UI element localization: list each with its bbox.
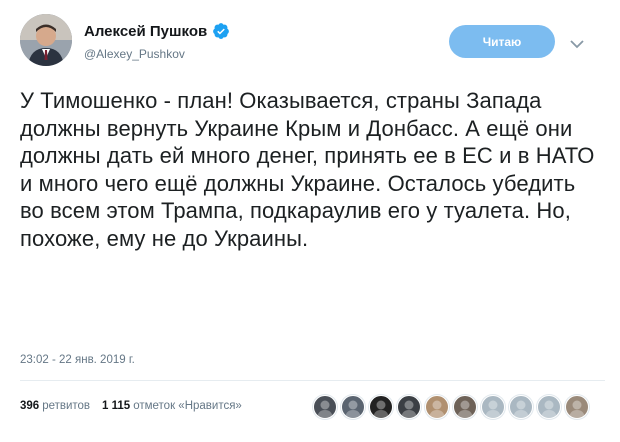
retweets-count[interactable]: 396 [20,400,39,412]
liker-avatar[interactable] [313,395,337,419]
divider [20,380,605,381]
author-name-row: Алексей Пушков [84,22,230,40]
tweet-text: У Тимошенко - план! Оказывается, страны … [20,88,595,251]
liker-avatar[interactable] [369,395,393,419]
liker-avatar[interactable] [453,395,477,419]
tweet-header: Алексей Пушков @Alexey_Pushkov Читаю [0,0,620,80]
user-avatar-icon [20,14,72,66]
liker-avatar[interactable] [341,395,365,419]
verified-badge-icon [212,22,230,40]
author-name[interactable]: Алексей Пушков [84,23,207,40]
likes-label[interactable]: отметок «Нравится» [133,400,242,412]
follow-button[interactable]: Читаю [449,25,555,58]
liker-avatar[interactable] [481,395,505,419]
likes-count[interactable]: 1 115 [102,400,130,412]
liker-avatar[interactable] [509,395,533,419]
author-handle[interactable]: @Alexey_Pushkov [84,47,185,61]
tweet-timestamp[interactable]: 23:02 - 22 янв. 2019 г. [20,354,135,366]
liker-avatar[interactable] [397,395,421,419]
liker-avatar[interactable] [425,395,449,419]
chevron-down-icon[interactable] [570,36,584,49]
author-avatar[interactable] [20,14,72,66]
liker-avatar[interactable] [565,395,589,419]
retweets-label[interactable]: ретвитов [42,400,90,412]
likers-avatars [313,395,593,419]
liker-avatar[interactable] [537,395,561,419]
tweet-stats: 396 ретвитов 1 115 отметок «Нравится» [20,400,242,412]
